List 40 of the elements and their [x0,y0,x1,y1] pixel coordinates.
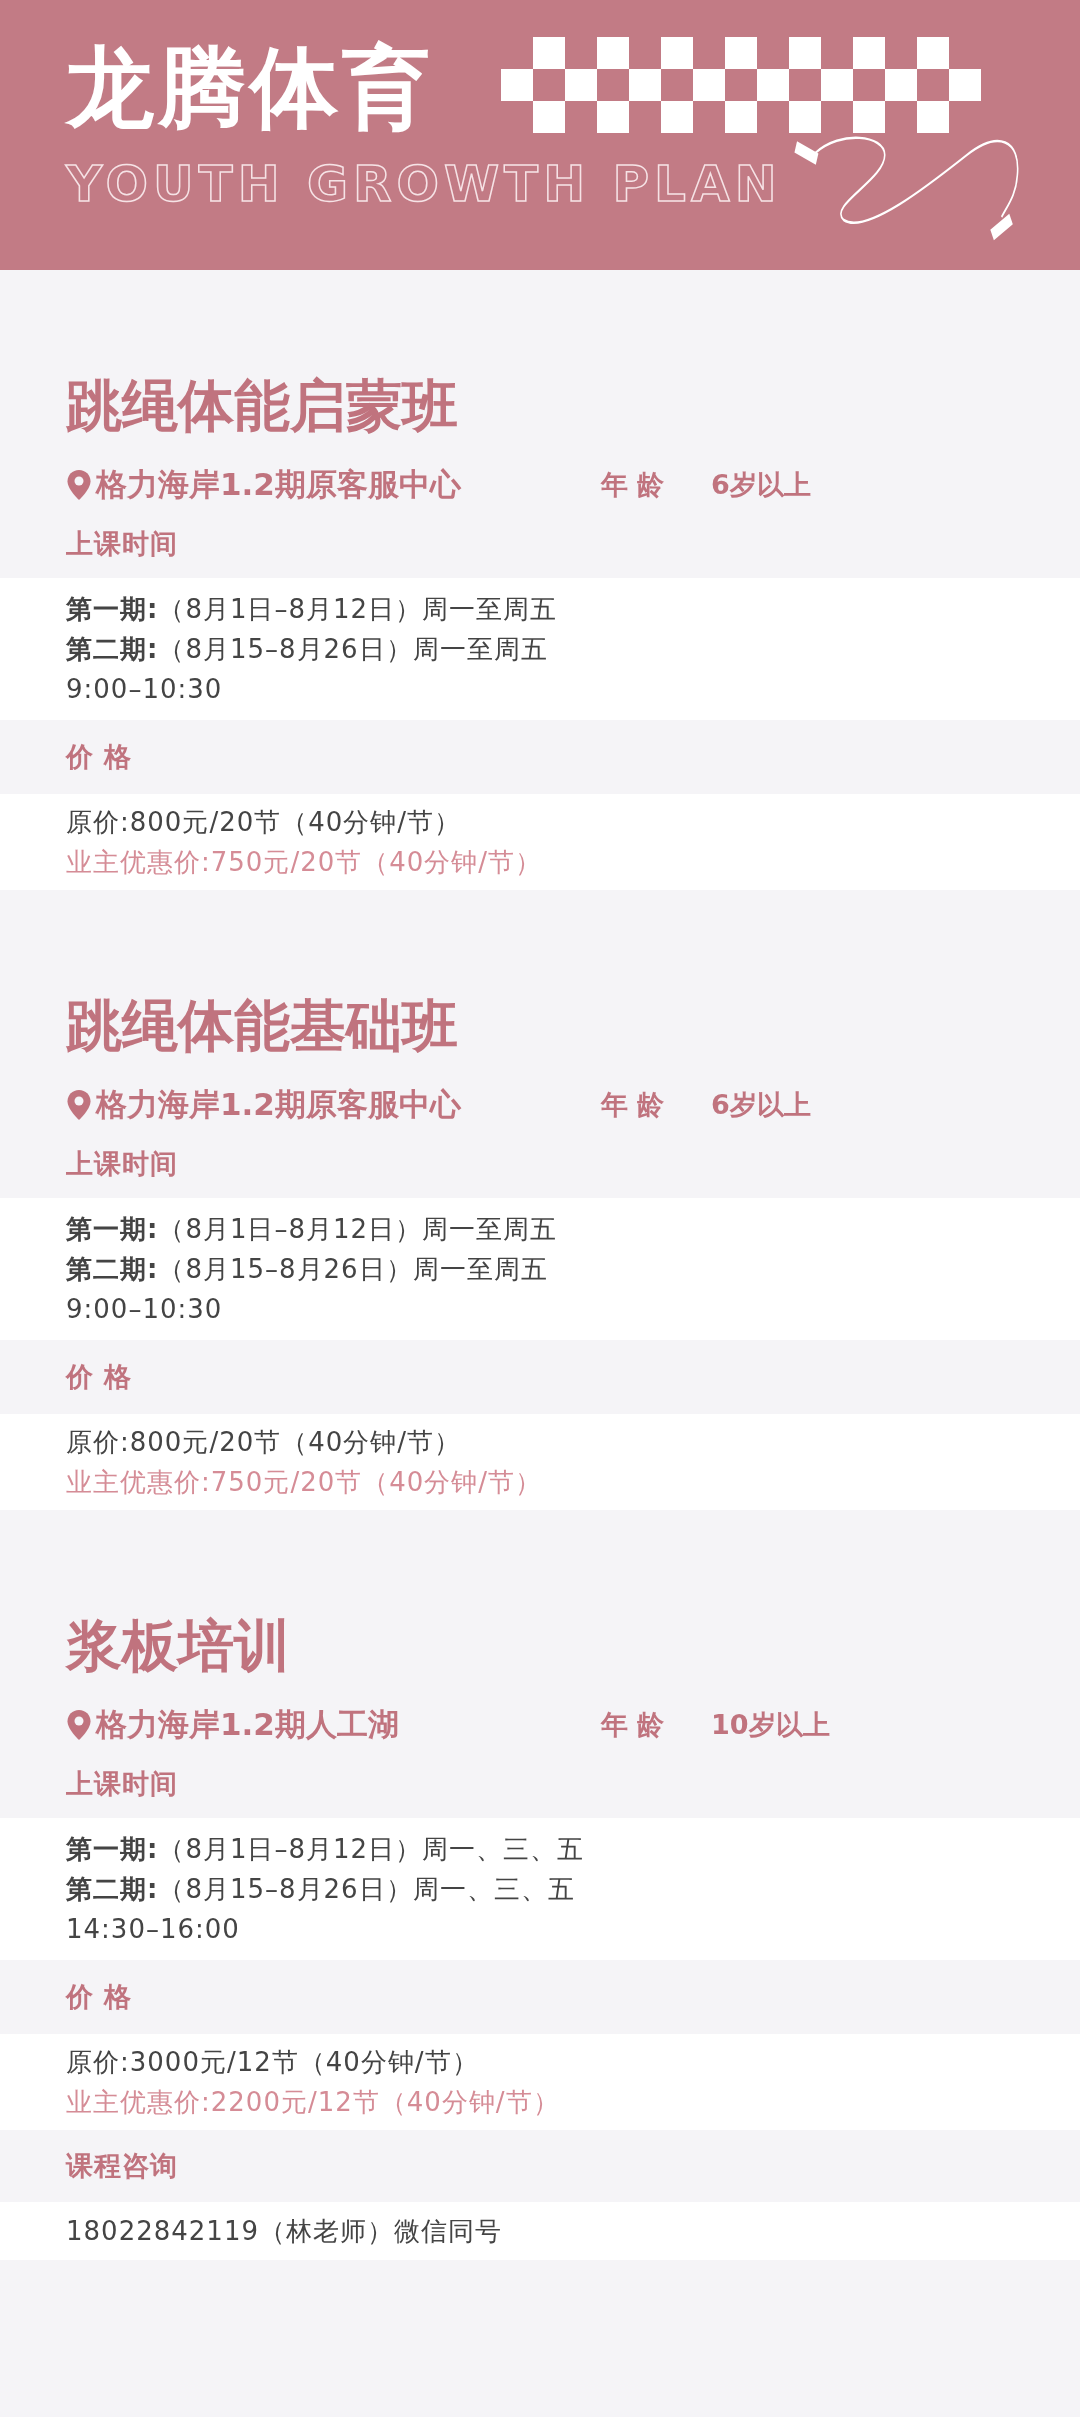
schedule-line: 第二期:（8月15–8月26日）周一至周五 [66,1253,548,1286]
price-label: 价 格 [66,740,133,774]
schedule-line: 第二期:（8月15–8月26日）周一至周五 [66,633,548,666]
regular-price: 原价:800元/20节（40分钟/节） [66,1426,462,1459]
member-price: 业主优惠价:750元/20节（40分钟/节） [66,1466,543,1499]
schedule-line: 第一期:（8月1日–8月12日）周一至周五 [66,593,558,626]
age-value: 10岁以上 [711,1708,830,1742]
age-label: 年 龄 [601,468,666,502]
schedule-line: 14:30–16:00 [66,1913,240,1946]
schedule-label: 上课时间 [66,1767,178,1801]
regular-price: 原价:3000元/12节（40分钟/节） [66,2046,479,2079]
schedule-line: 第一期:（8月1日–8月12日）周一至周五 [66,1213,558,1246]
price-label: 价 格 [66,1360,133,1394]
brand-subtitle: YOUTH GROWTH PLAN [66,154,782,215]
location-pin-icon [66,1089,92,1121]
schedule-line: 9:00–10:30 [66,673,223,706]
contact-text: 18022842119（林老师）微信同号 [66,2215,502,2248]
member-price: 业主优惠价:750元/20节（40分钟/节） [66,846,543,879]
schedule-line: 第一期:（8月1日–8月12日）周一、三、五 [66,1833,585,1866]
course-title: 浆板培训 [64,1612,291,1680]
price-label: 价 格 [66,1980,133,2014]
course-title: 跳绳体能基础班 [65,992,459,1060]
course-title: 跳绳体能启蒙班 [65,372,459,440]
regular-price: 原价:800元/20节（40分钟/节） [66,806,462,839]
age-label: 年 龄 [601,1708,666,1742]
schedule-line: 第二期:（8月15–8月26日）周一、三、五 [66,1873,575,1906]
age-value: 6岁以上 [711,1088,811,1122]
member-price: 业主优惠价:2200元/12节（40分钟/节） [66,2086,560,2119]
age-label: 年 龄 [601,1088,666,1122]
consult-label: 课程咨询 [66,2149,178,2183]
location-text: 格力海岸1.2期原客服中心 [96,1085,462,1124]
location-pin-icon [66,1709,92,1741]
location-pin-icon [66,469,92,501]
schedule-label: 上课时间 [66,527,178,561]
location-text: 格力海岸1.2期人工湖 [96,1705,400,1744]
age-value: 6岁以上 [711,468,811,502]
schedule-line: 9:00–10:30 [66,1293,223,1326]
location-text: 格力海岸1.2期原客服中心 [96,465,462,504]
schedule-label: 上课时间 [66,1147,178,1181]
brand-title: 龙腾体育 [66,40,434,136]
